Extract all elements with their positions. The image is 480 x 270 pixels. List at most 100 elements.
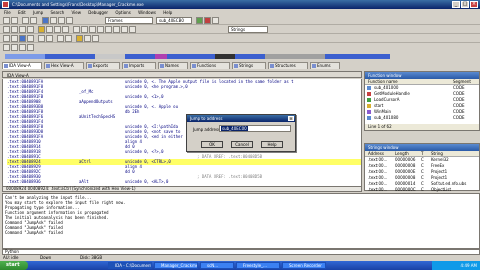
dialog-close-icon[interactable]: ×: [288, 116, 294, 121]
code-line[interactable]: .text:00408936 aAlt unicode 0, <ALT>,0: [7, 179, 361, 185]
debug-icon[interactable]: [76, 35, 83, 42]
task-crackme[interactable]: Manager_Crackme - ...: [154, 262, 198, 269]
function-icon[interactable]: [11, 44, 18, 51]
code-icon[interactable]: [3, 26, 10, 33]
functions-list: sub_401000 CODE GetModuleHandle CODE LoadCur…: [365, 85, 479, 121]
clock: 4:49 AM: [460, 263, 477, 268]
task-ida[interactable]: IDA - C:\Documents...: [108, 262, 152, 269]
zoom-out-icon[interactable]: [65, 35, 72, 42]
menu-jump[interactable]: Jump: [33, 10, 43, 15]
output-line: Command "JumpAsk" failed: [5, 230, 63, 235]
ok-button[interactable]: OK: [201, 141, 223, 148]
task-freestyle[interactable]: Freestyle_...: [236, 262, 280, 269]
menu-search[interactable]: Search: [50, 10, 64, 15]
function-name: sub_401080: [374, 115, 399, 120]
pause-icon[interactable]: [212, 17, 219, 24]
functions-window: Function window Function name Segment su…: [364, 71, 480, 131]
save-icon[interactable]: [11, 17, 18, 24]
minimize-button[interactable]: _: [452, 1, 460, 8]
run-icon[interactable]: [196, 17, 203, 24]
jump-address-input[interactable]: sub_40EC00: [219, 125, 291, 132]
strings-list: .text:00... 00000006 C Kernel32 .text:00... 0…: [365, 157, 479, 193]
start-button[interactable]: start: [0, 261, 28, 270]
enum-icon[interactable]: [46, 26, 53, 33]
graph-view-icon[interactable]: [11, 35, 18, 42]
tab-names[interactable]: Names: [158, 62, 188, 69]
function-icon: [367, 98, 371, 102]
comment-icon[interactable]: [54, 26, 61, 33]
bookmark-icon[interactable]: [38, 35, 45, 42]
menu-file[interactable]: File: [4, 10, 11, 15]
menu-view[interactable]: View: [71, 10, 81, 15]
graph-icon[interactable]: [42, 17, 49, 24]
array-icon[interactable]: [27, 26, 34, 33]
invert-icon[interactable]: [129, 26, 136, 33]
struct-icon[interactable]: [38, 26, 45, 33]
cancel-button[interactable]: Cancel: [231, 141, 253, 148]
menu-edit[interactable]: Edit: [18, 10, 26, 15]
close-button[interactable]: ×: [470, 1, 478, 8]
task-screen-recorder[interactable]: Screen Recorder: [282, 262, 326, 269]
xref-icon[interactable]: [3, 35, 10, 42]
navigation-band[interactable]: [5, 54, 390, 59]
nav-segment-imports: [155, 54, 167, 59]
data-icon[interactable]: [11, 26, 18, 33]
list-icon[interactable]: [27, 44, 34, 51]
trace-icon[interactable]: [92, 35, 99, 42]
binary-search-icon[interactable]: [66, 17, 73, 24]
back-icon[interactable]: [22, 17, 29, 24]
char-icon[interactable]: [89, 26, 96, 33]
tab-label: Imports: [129, 63, 145, 68]
string-icon[interactable]: [19, 26, 26, 33]
code-label: aAlt: [79, 179, 89, 184]
tab-label: Hex View-A: [51, 63, 74, 68]
negate-icon[interactable]: [121, 26, 128, 33]
code-address: .text:00408936: [7, 179, 41, 184]
tab-enums[interactable]: Enums: [310, 62, 340, 69]
call-graph-icon[interactable]: [27, 35, 34, 42]
help-button[interactable]: Help: [261, 141, 283, 148]
disassembly-listing[interactable]: .text:0040891FA unicode 0, <. The Apple o…: [2, 79, 362, 191]
stop-icon[interactable]: [204, 17, 211, 24]
zoom-in-icon[interactable]: [57, 35, 64, 42]
toolbar-combo-function[interactable]: sub_40ECB0: [156, 17, 192, 24]
string-row[interactable]: .text:00... 0000000C C ObjectList: [365, 187, 479, 193]
functions-icon: [192, 64, 196, 68]
mark-icon[interactable]: [46, 35, 53, 42]
rename-icon[interactable]: [62, 26, 69, 33]
menu-options[interactable]: Options: [115, 10, 130, 15]
search-icon[interactable]: [50, 17, 57, 24]
text-search-icon[interactable]: [58, 17, 65, 24]
navigate-icon[interactable]: [19, 44, 26, 51]
breakpoint-icon[interactable]: [84, 35, 91, 42]
binary-icon[interactable]: [97, 26, 104, 33]
tab-functions[interactable]: Functions: [190, 62, 230, 69]
tab-ida-view-a[interactable]: IDA View-A: [2, 62, 42, 69]
tab-label: IDA View-A: [9, 63, 31, 68]
output-window[interactable]: Can't be analyzing the input file... You …: [2, 193, 480, 249]
maximize-button[interactable]: □: [461, 1, 469, 8]
code-instruction: unicode 0, <ALT>,0: [125, 179, 169, 184]
decimal-icon[interactable]: [105, 26, 112, 33]
offset-icon[interactable]: [81, 26, 88, 33]
tab-imports[interactable]: Imports: [122, 62, 156, 69]
hex-icon[interactable]: [73, 26, 80, 33]
function-row[interactable]: sub_401080 CODE: [365, 115, 479, 121]
task-scn[interactable]: scN...: [200, 262, 234, 269]
octal-icon[interactable]: [113, 26, 120, 33]
menu-windows[interactable]: Windows: [138, 10, 156, 15]
forward-icon[interactable]: [30, 17, 37, 24]
toolbar-combo-frames[interactable]: Frames: [105, 17, 153, 24]
menu-help[interactable]: Help: [163, 10, 172, 15]
tab-strings[interactable]: Strings: [232, 62, 266, 69]
toolbar-combo-strings[interactable]: Strings: [228, 26, 268, 33]
tab-hex-view-a[interactable]: Hex View-A: [44, 62, 84, 69]
tab-structures[interactable]: Structures: [268, 62, 308, 69]
tab-exports[interactable]: Exports: [86, 62, 120, 69]
function-icon: [367, 92, 371, 96]
segment-icon[interactable]: [3, 44, 10, 51]
open-icon[interactable]: [3, 17, 10, 24]
flow-chart-icon[interactable]: [19, 35, 26, 42]
menu-debugger[interactable]: Debugger: [88, 10, 108, 15]
app-icon: [2, 1, 9, 8]
